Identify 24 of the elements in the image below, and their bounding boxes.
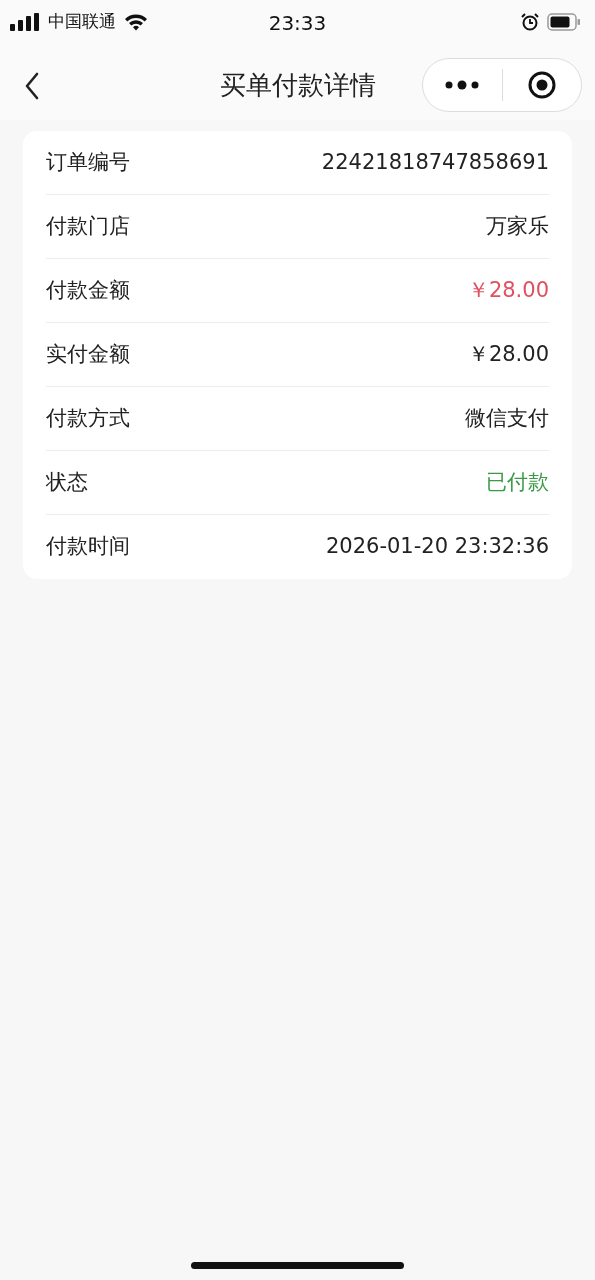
signal-icon (10, 13, 40, 31)
field-value: 微信支付 (465, 404, 549, 432)
field-label: 订单编号 (46, 148, 130, 176)
target-icon (527, 71, 556, 99)
wifi-icon (124, 13, 148, 31)
field-value: 已付款 (486, 468, 549, 496)
field-value: 万家乐 (486, 212, 549, 240)
field-label: 状态 (46, 468, 88, 496)
alarm-icon (521, 13, 539, 31)
battery-icon (547, 13, 581, 31)
field-label: 付款方式 (46, 404, 130, 432)
field-label: 付款时间 (46, 533, 130, 561)
clock-time: 23:33 (268, 11, 327, 35)
field-label: 付款金额 (46, 276, 130, 304)
page-title: 买单付款详情 (219, 69, 376, 102)
field-value: ￥28.00 (467, 276, 549, 304)
back-icon[interactable] (24, 72, 40, 100)
field-label: 实付金额 (46, 340, 130, 368)
more-icon (445, 80, 480, 90)
carrier-name: 中国联通 (48, 10, 116, 34)
field-label: 付款门店 (46, 212, 130, 240)
field-value: 2026-01-20 23:32:36 (325, 533, 549, 561)
field-value: ￥28.00 (467, 340, 549, 368)
field-value: 22421818747858691 (321, 148, 549, 176)
